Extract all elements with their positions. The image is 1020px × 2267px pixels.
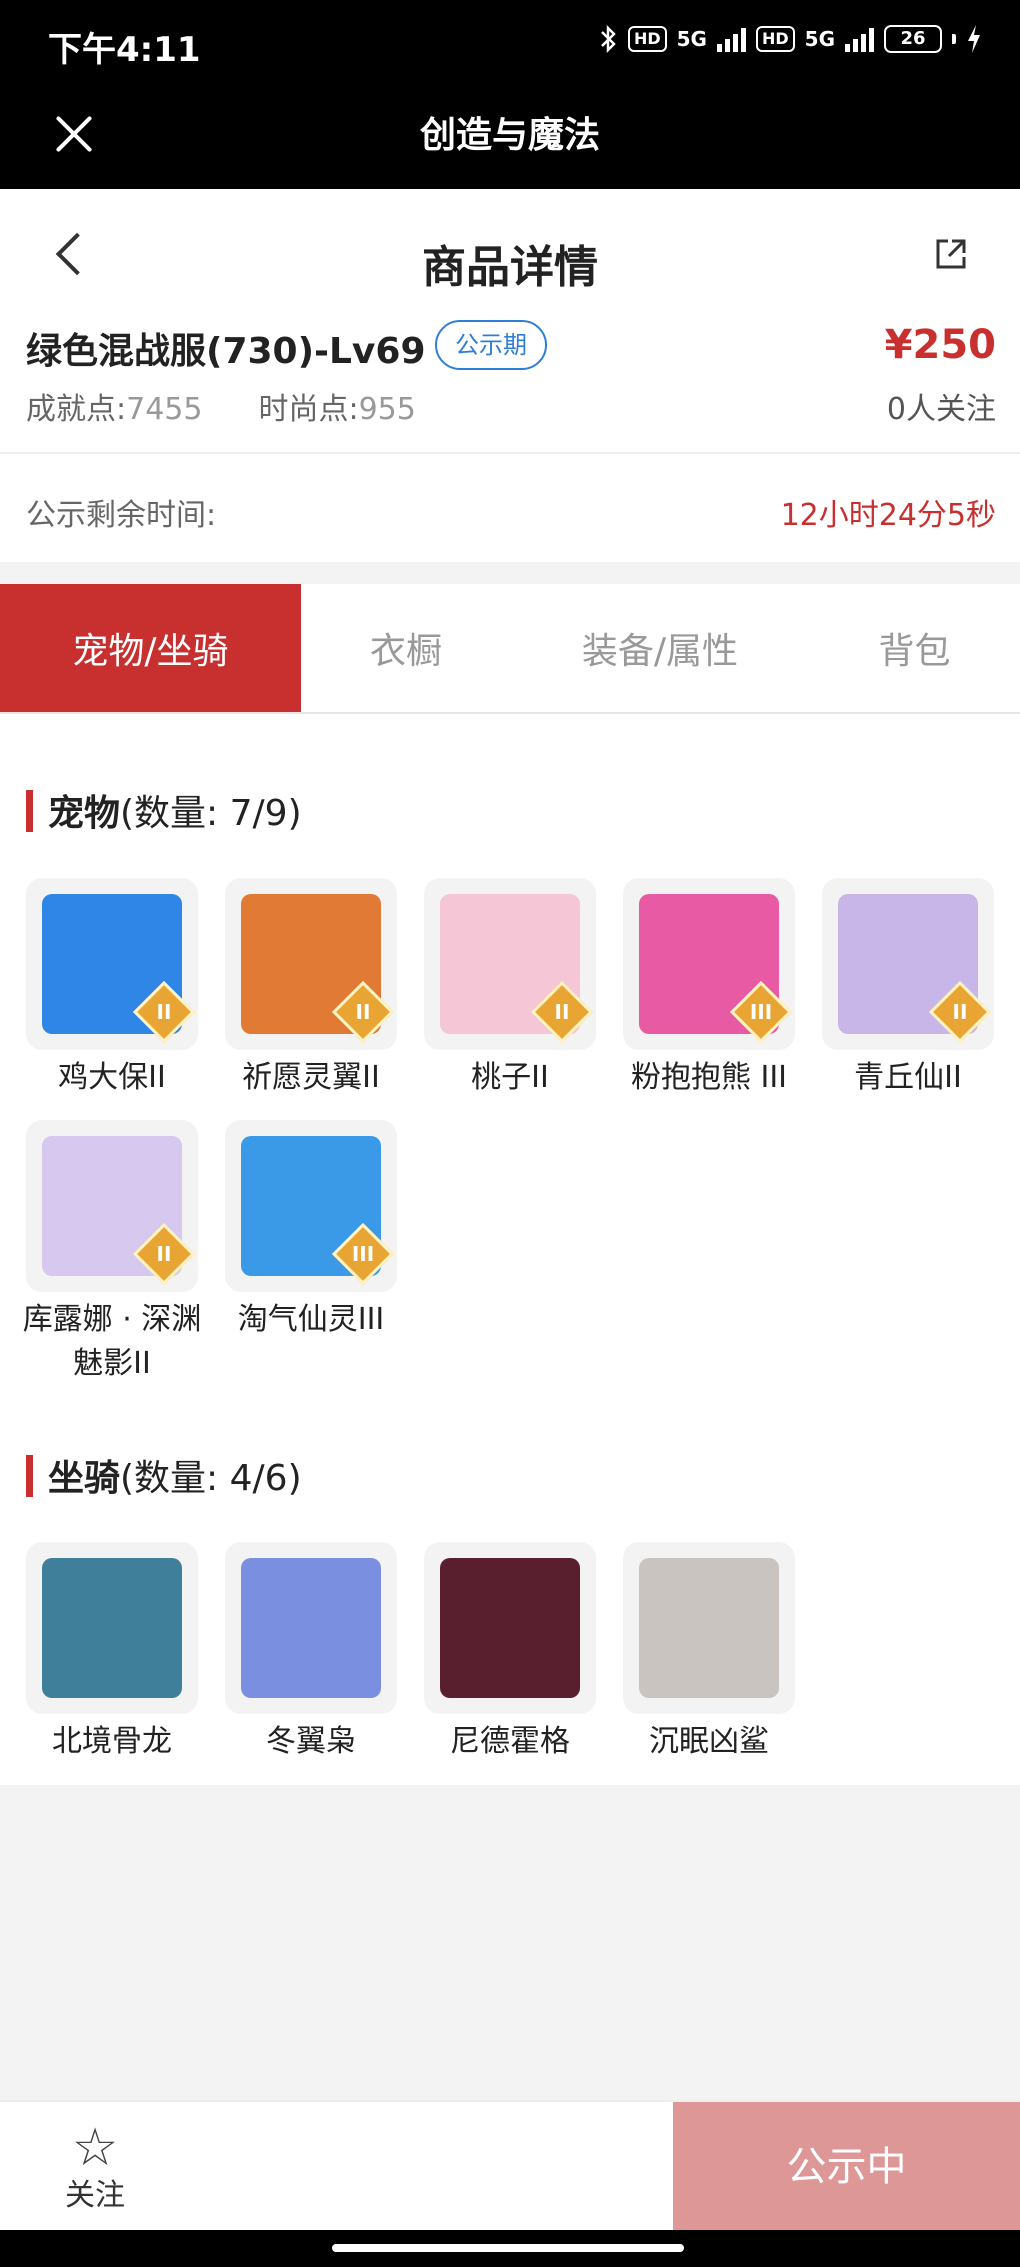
- achievement-value: 7455: [126, 392, 203, 427]
- pet-card[interactable]: III 淘气仙灵III: [225, 1120, 397, 1342]
- item-name: 绿色混战服(730)-Lv69: [26, 331, 426, 372]
- divider: [0, 452, 1020, 454]
- mount-thumbnail: [424, 1542, 596, 1714]
- status-icons: HD 5G HD 5G 26: [598, 24, 982, 54]
- pet-thumbnail: II: [822, 878, 994, 1050]
- network-label-2: 5G: [804, 27, 835, 51]
- tab-bar: 宠物/坐骑 衣橱 装备/属性 背包: [0, 584, 1020, 714]
- fashion-value: 955: [358, 392, 416, 427]
- follow-button[interactable]: ☆ 关注: [50, 2120, 140, 2216]
- mount-name: 北境骨龙: [52, 1724, 172, 1759]
- section-gap: [0, 562, 1020, 584]
- status-time: 下午4:11: [48, 30, 201, 70]
- rank-label: II: [156, 1000, 172, 1024]
- fashion-label: 时尚点:: [258, 392, 359, 427]
- mount-thumbnail: [26, 1542, 198, 1714]
- mount-card[interactable]: 沉眠凶鲨: [623, 1542, 795, 1764]
- pet-card[interactable]: III 粉抱抱熊 III: [623, 878, 795, 1100]
- charging-icon: [968, 25, 980, 53]
- item-price: ¥250: [884, 322, 996, 368]
- pet-name: 鸡大保II: [58, 1060, 166, 1095]
- tab-pets-mounts[interactable]: 宠物/坐骑: [0, 584, 301, 712]
- tab-backpack[interactable]: 背包: [809, 584, 1020, 712]
- mount-image: [440, 1558, 580, 1698]
- mount-image: [42, 1558, 182, 1698]
- status-badge: 公示期: [435, 320, 547, 370]
- pet-card[interactable]: II 祈愿灵翼II: [225, 878, 397, 1100]
- mount-card[interactable]: 冬翼枭: [225, 1542, 397, 1764]
- status-bar: 下午4:11 HD 5G HD 5G 26: [0, 0, 1020, 90]
- star-icon: ☆: [71, 2118, 119, 2178]
- rank-label: II: [156, 1242, 172, 1266]
- app-bar: 创造与魔法: [0, 90, 1020, 189]
- item-stats: 成就点:7455 时尚点:955: [26, 384, 416, 428]
- rank-label: II: [952, 1000, 968, 1024]
- fashion-stat: 时尚点:955: [258, 384, 415, 428]
- pet-card[interactable]: II 青丘仙II: [822, 878, 994, 1100]
- bluetooth-icon: [601, 24, 616, 54]
- countdown-value: 12小时24分5秒: [780, 498, 996, 533]
- follow-label: 关注: [65, 2178, 125, 2213]
- system-nav-bar: [0, 2230, 1020, 2267]
- pet-name: 库露娜 · 深渊魅影II: [22, 1302, 202, 1381]
- rank-label: II: [355, 1000, 371, 1024]
- pet-card[interactable]: II 鸡大保II: [26, 878, 198, 1100]
- tab-equipment[interactable]: 装备/属性: [511, 584, 809, 712]
- share-icon[interactable]: [934, 237, 968, 271]
- rank-label: III: [351, 1242, 375, 1266]
- pet-card[interactable]: II 桃子II: [424, 878, 596, 1100]
- pet-name: 祈愿灵翼II: [242, 1060, 380, 1095]
- pet-name: 粉抱抱熊 III: [630, 1060, 788, 1095]
- pet-thumbnail: II: [26, 878, 198, 1050]
- pets-title: 宠物: [48, 793, 121, 834]
- mount-card[interactable]: 尼德霍格: [424, 1542, 596, 1764]
- pet-name: 青丘仙II: [854, 1060, 962, 1095]
- pets-section-title: 宠物(数量: 7/9): [26, 784, 302, 836]
- battery-icon: 26: [884, 25, 942, 53]
- mounts-count: (数量: 4/6): [120, 1458, 302, 1499]
- tab-wardrobe[interactable]: 衣橱: [301, 584, 511, 712]
- pet-name: 桃子II: [471, 1060, 549, 1095]
- status-button[interactable]: 公示中: [673, 2102, 1020, 2232]
- achievement-label: 成就点:: [26, 392, 127, 427]
- battery-tip-icon: [952, 34, 956, 44]
- mount-name: 沉眠凶鲨: [649, 1724, 769, 1759]
- battery-level: 26: [900, 28, 926, 49]
- bottom-action-bar: ☆ 关注 公示中: [0, 2100, 1020, 2232]
- pet-thumbnail: III: [623, 878, 795, 1050]
- app-title: 创造与魔法: [419, 115, 600, 156]
- network-label: 5G: [676, 27, 707, 51]
- pet-thumbnail: II: [26, 1120, 198, 1292]
- page-title: 商品详情: [422, 242, 598, 293]
- home-indicator[interactable]: [332, 2244, 684, 2252]
- pet-card[interactable]: II 库露娜 · 深渊魅影II: [23, 1120, 201, 1386]
- mount-thumbnail: [225, 1542, 397, 1714]
- mount-image: [639, 1558, 779, 1698]
- mounts-section-title: 坐骑(数量: 4/6): [26, 1449, 302, 1501]
- pet-thumbnail: II: [424, 878, 596, 1050]
- mount-name: 冬翼枭: [266, 1724, 356, 1759]
- pet-name: 淘气仙灵III: [237, 1302, 385, 1337]
- mounts-title: 坐骑: [48, 1458, 121, 1499]
- mount-thumbnail: [623, 1542, 795, 1714]
- rank-label: III: [749, 1000, 773, 1024]
- rank-label: II: [554, 1000, 570, 1024]
- signal-icon-2: [845, 26, 874, 52]
- hd-badge: HD: [627, 26, 667, 52]
- pets-count: (数量: 7/9): [120, 793, 302, 834]
- page-header: 商品详情: [0, 189, 1020, 319]
- mount-name: 尼德霍格: [450, 1724, 570, 1759]
- countdown-label: 公示剩余时间:: [26, 498, 217, 533]
- achievement-stat: 成就点:7455: [26, 384, 202, 428]
- pet-thumbnail: III: [225, 1120, 397, 1292]
- signal-icon: [716, 26, 746, 52]
- pet-thumbnail: II: [225, 878, 397, 1050]
- follower-count: 0人关注: [886, 392, 996, 427]
- mount-card[interactable]: 北境骨龙: [26, 1542, 198, 1764]
- hd-badge-2: HD: [755, 26, 795, 52]
- mount-image: [241, 1558, 381, 1698]
